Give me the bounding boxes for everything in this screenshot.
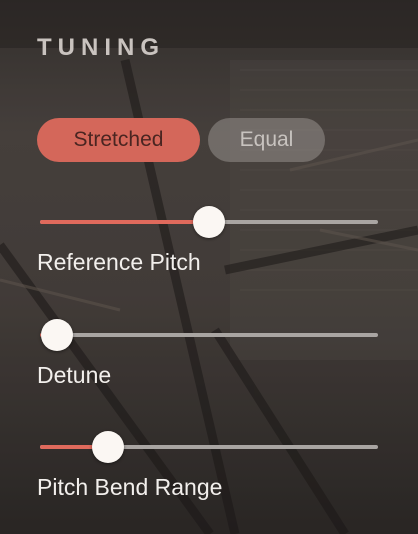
reference-pitch-label: Reference Pitch — [37, 249, 201, 275]
reference-pitch-slider[interactable] — [37, 203, 381, 239]
pitch-bend-range-slider[interactable] — [37, 428, 381, 464]
tuning-panel: TUNING Stretched Equal Reference Pitch D… — [0, 0, 418, 534]
slider-thumb[interactable] — [193, 206, 225, 238]
slider-track[interactable] — [40, 333, 378, 337]
slider-fill — [40, 220, 209, 224]
equal-toggle-button[interactable]: Equal — [208, 118, 325, 162]
slider-thumb[interactable] — [40, 319, 73, 351]
pitch-bend-range-label: Pitch Bend Range — [37, 474, 223, 500]
stretched-toggle-button[interactable]: Stretched — [37, 118, 200, 162]
panel-title: TUNING — [37, 34, 165, 61]
slider-thumb[interactable] — [91, 431, 124, 463]
detune-label: Detune — [37, 362, 112, 388]
detune-slider[interactable] — [37, 316, 381, 352]
